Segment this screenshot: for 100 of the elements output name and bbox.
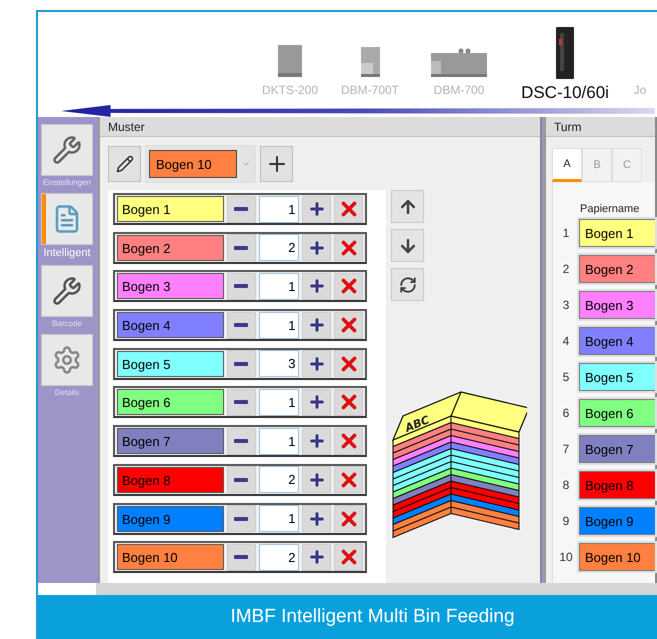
pattern-dropdown[interactable]: Bogen 10 bbox=[145, 145, 256, 183]
paper-stack-drawing: ABC bbox=[391, 380, 527, 557]
delete-button[interactable] bbox=[334, 350, 363, 378]
minus-icon bbox=[234, 284, 248, 288]
count-field[interactable]: 1 bbox=[258, 388, 300, 416]
decrement-button[interactable] bbox=[227, 196, 256, 222]
sidebar-button[interactable] bbox=[41, 334, 93, 386]
paper-name-field: Bogen 4 bbox=[117, 312, 224, 338]
paper-name-field: Bogen 8 bbox=[117, 466, 224, 493]
decrement-button[interactable] bbox=[227, 428, 256, 455]
paper-name-field: Bogen 7 bbox=[579, 435, 655, 463]
paper-name-field: Bogen 2 bbox=[117, 234, 224, 261]
count-field[interactable]: 1 bbox=[258, 196, 300, 222]
decrement-button[interactable] bbox=[227, 466, 256, 494]
decrement-button[interactable] bbox=[227, 234, 256, 262]
count-field[interactable]: 3 bbox=[258, 350, 300, 378]
increment-button[interactable] bbox=[302, 428, 332, 455]
minus-icon bbox=[234, 362, 248, 366]
row-number: 10 bbox=[558, 550, 574, 564]
row-number: 1 bbox=[562, 226, 570, 240]
increment-button[interactable] bbox=[302, 272, 332, 300]
paper-name-field: Bogen 6 bbox=[579, 399, 655, 427]
paper-name-field: Bogen 10 bbox=[579, 543, 655, 571]
increment-button[interactable] bbox=[302, 312, 332, 339]
sidebar-label: Barcode bbox=[52, 319, 82, 328]
edit-button[interactable] bbox=[108, 146, 141, 182]
paper-name-field: Bogen 5 bbox=[579, 363, 655, 391]
count-field[interactable]: 2 bbox=[258, 544, 300, 571]
paper-name-field: Bogen 3 bbox=[117, 273, 224, 300]
decrement-button[interactable] bbox=[227, 388, 256, 416]
plus-icon bbox=[308, 354, 326, 373]
minus-icon bbox=[234, 400, 248, 404]
minus-icon bbox=[234, 555, 248, 560]
plus-icon bbox=[308, 393, 326, 412]
sidebar-label: Details bbox=[54, 388, 80, 397]
paper-name-field: Bogen 8 bbox=[579, 471, 655, 499]
decrement-button[interactable] bbox=[227, 544, 256, 571]
paper-name-field: Bogen 5 bbox=[117, 350, 224, 377]
minus-icon bbox=[234, 439, 248, 444]
sidebar-button[interactable] bbox=[41, 124, 93, 176]
count-field[interactable]: 1 bbox=[258, 428, 300, 455]
pencil-icon bbox=[116, 155, 134, 173]
delete-button[interactable] bbox=[334, 234, 363, 262]
count-field[interactable]: 2 bbox=[258, 466, 300, 494]
decrement-button[interactable] bbox=[227, 505, 256, 532]
column-header: Papiername bbox=[580, 203, 640, 215]
paper-name-field: Bogen 6 bbox=[117, 389, 224, 416]
count-field[interactable]: 2 bbox=[258, 234, 300, 262]
count-field[interactable]: 1 bbox=[258, 505, 300, 532]
delete-button[interactable] bbox=[334, 196, 363, 222]
move-up-button[interactable] bbox=[391, 190, 424, 223]
row-number: 8 bbox=[562, 478, 570, 492]
increment-button[interactable] bbox=[302, 196, 332, 222]
plus-icon bbox=[308, 548, 326, 566]
delete-button[interactable] bbox=[334, 505, 363, 532]
horizontal-scrollbar[interactable] bbox=[96, 583, 657, 595]
tower-machine-icon bbox=[556, 27, 574, 80]
count-field[interactable]: 1 bbox=[258, 312, 300, 339]
delete-button[interactable] bbox=[334, 428, 363, 455]
plus-icon bbox=[308, 432, 326, 450]
sidebar-button[interactable] bbox=[41, 265, 93, 317]
plus-icon bbox=[308, 200, 326, 218]
delete-button[interactable] bbox=[334, 466, 363, 494]
panel-title: Muster bbox=[100, 117, 540, 137]
delete-button[interactable] bbox=[334, 544, 363, 571]
increment-button[interactable] bbox=[302, 544, 332, 571]
panel-title: Turm bbox=[546, 117, 655, 137]
decrement-button[interactable] bbox=[227, 350, 256, 378]
increment-button[interactable] bbox=[302, 388, 332, 416]
decrement-button[interactable] bbox=[227, 272, 256, 300]
paper-name-field: Bogen 7 bbox=[117, 428, 224, 454]
dropdown-value: Bogen 10 bbox=[149, 150, 237, 178]
delete-button[interactable] bbox=[334, 388, 363, 416]
row-number: 6 bbox=[562, 406, 570, 420]
wrench-icon bbox=[52, 135, 82, 165]
paper-name-field: Bogen 10 bbox=[117, 544, 224, 570]
tab[interactable]: A bbox=[552, 148, 582, 182]
paper-name-field: Bogen 4 bbox=[579, 327, 655, 355]
count-field[interactable]: 1 bbox=[258, 272, 300, 300]
plus-icon bbox=[308, 510, 326, 528]
paper-name-field: Bogen 1 bbox=[117, 196, 224, 222]
move-down-button[interactable] bbox=[391, 229, 424, 262]
delete-button[interactable] bbox=[334, 272, 363, 300]
machine-icon bbox=[360, 47, 380, 78]
increment-button[interactable] bbox=[302, 350, 332, 378]
plus-icon bbox=[308, 277, 326, 296]
add-button[interactable] bbox=[260, 146, 293, 182]
device-label[interactable]: DSC-10/60i bbox=[521, 83, 609, 104]
decrement-button[interactable] bbox=[227, 312, 256, 339]
increment-button[interactable] bbox=[302, 505, 332, 532]
minus-icon bbox=[234, 516, 248, 520]
minus-icon bbox=[234, 246, 248, 250]
increment-button[interactable] bbox=[302, 466, 332, 494]
gear-icon bbox=[52, 345, 82, 375]
sidebar-label: Einstellungen bbox=[42, 178, 92, 187]
increment-button[interactable] bbox=[302, 234, 332, 262]
refresh-button[interactable] bbox=[391, 268, 424, 301]
delete-button[interactable] bbox=[334, 312, 363, 339]
machine-icon bbox=[278, 45, 302, 78]
row-number: 2 bbox=[562, 262, 570, 276]
